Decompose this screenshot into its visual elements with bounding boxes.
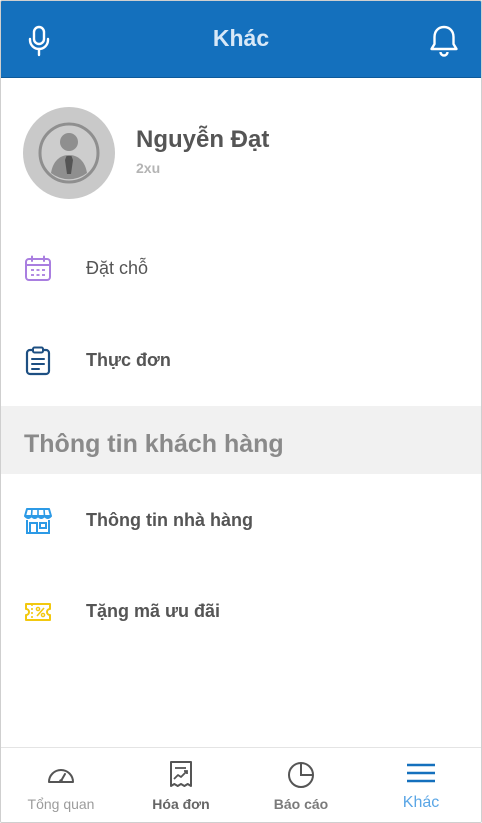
pie-chart-icon (288, 762, 314, 788)
menu-item-gift-coupon-label: Tặng mã ưu đãi (86, 601, 221, 621)
menu-item-booking-label: Đặt chỗ (86, 258, 149, 278)
menu-item-restaurant-info-label: Thông tin nhà hàng (86, 510, 253, 530)
calendar-icon (25, 255, 51, 281)
app-header: Khác (1, 1, 481, 78)
bell-icon[interactable] (429, 24, 459, 58)
bottom-navigation: Tổng quan Hóa đơn Báo cáo Khác (1, 747, 481, 822)
menu-item-booking[interactable]: Đặt chỗ (1, 224, 481, 314)
nav-tab-overview[interactable]: Tổng quan (1, 748, 121, 822)
nav-tab-reports-label: Báo cáo (273, 796, 329, 812)
app-screen: Khác Nguyễn Đạt 2xu Đặt chỗ Thực đơn Thô… (0, 0, 482, 823)
user-avatar-icon[interactable] (23, 107, 115, 199)
nav-tab-reports[interactable]: Báo cáo (241, 748, 361, 822)
coupon-icon (25, 603, 51, 621)
profile-section[interactable]: Nguyễn Đạt 2xu (1, 78, 481, 223)
menu-icon (407, 763, 435, 783)
nav-tab-overview-label: Tổng quan (27, 796, 95, 812)
page-title: Khác (212, 25, 270, 51)
profile-points: 2xu (136, 160, 161, 176)
nav-tab-invoices-label: Hóa đơn (152, 796, 210, 812)
menu-item-menu-label: Thực đơn (86, 350, 171, 370)
menu-item-restaurant-info[interactable]: Thông tin nhà hàng (1, 476, 481, 566)
section-header-customer-info: Thông tin khách hàng (1, 406, 481, 474)
clipboard-icon (25, 346, 51, 376)
nav-tab-more[interactable]: Khác (361, 748, 481, 822)
dashboard-gauge-icon (48, 769, 74, 783)
store-icon (24, 508, 52, 534)
nav-tab-invoices[interactable]: Hóa đơn (121, 748, 241, 822)
section-title: Thông tin khách hàng (24, 430, 284, 458)
receipt-icon (170, 761, 192, 787)
nav-tab-more-label: Khác (402, 794, 440, 811)
profile-name: Nguyễn Đạt (136, 126, 270, 153)
menu-item-gift-coupon[interactable]: Tặng mã ưu đãi (1, 567, 481, 657)
menu-item-menu[interactable]: Thực đơn (1, 316, 481, 406)
